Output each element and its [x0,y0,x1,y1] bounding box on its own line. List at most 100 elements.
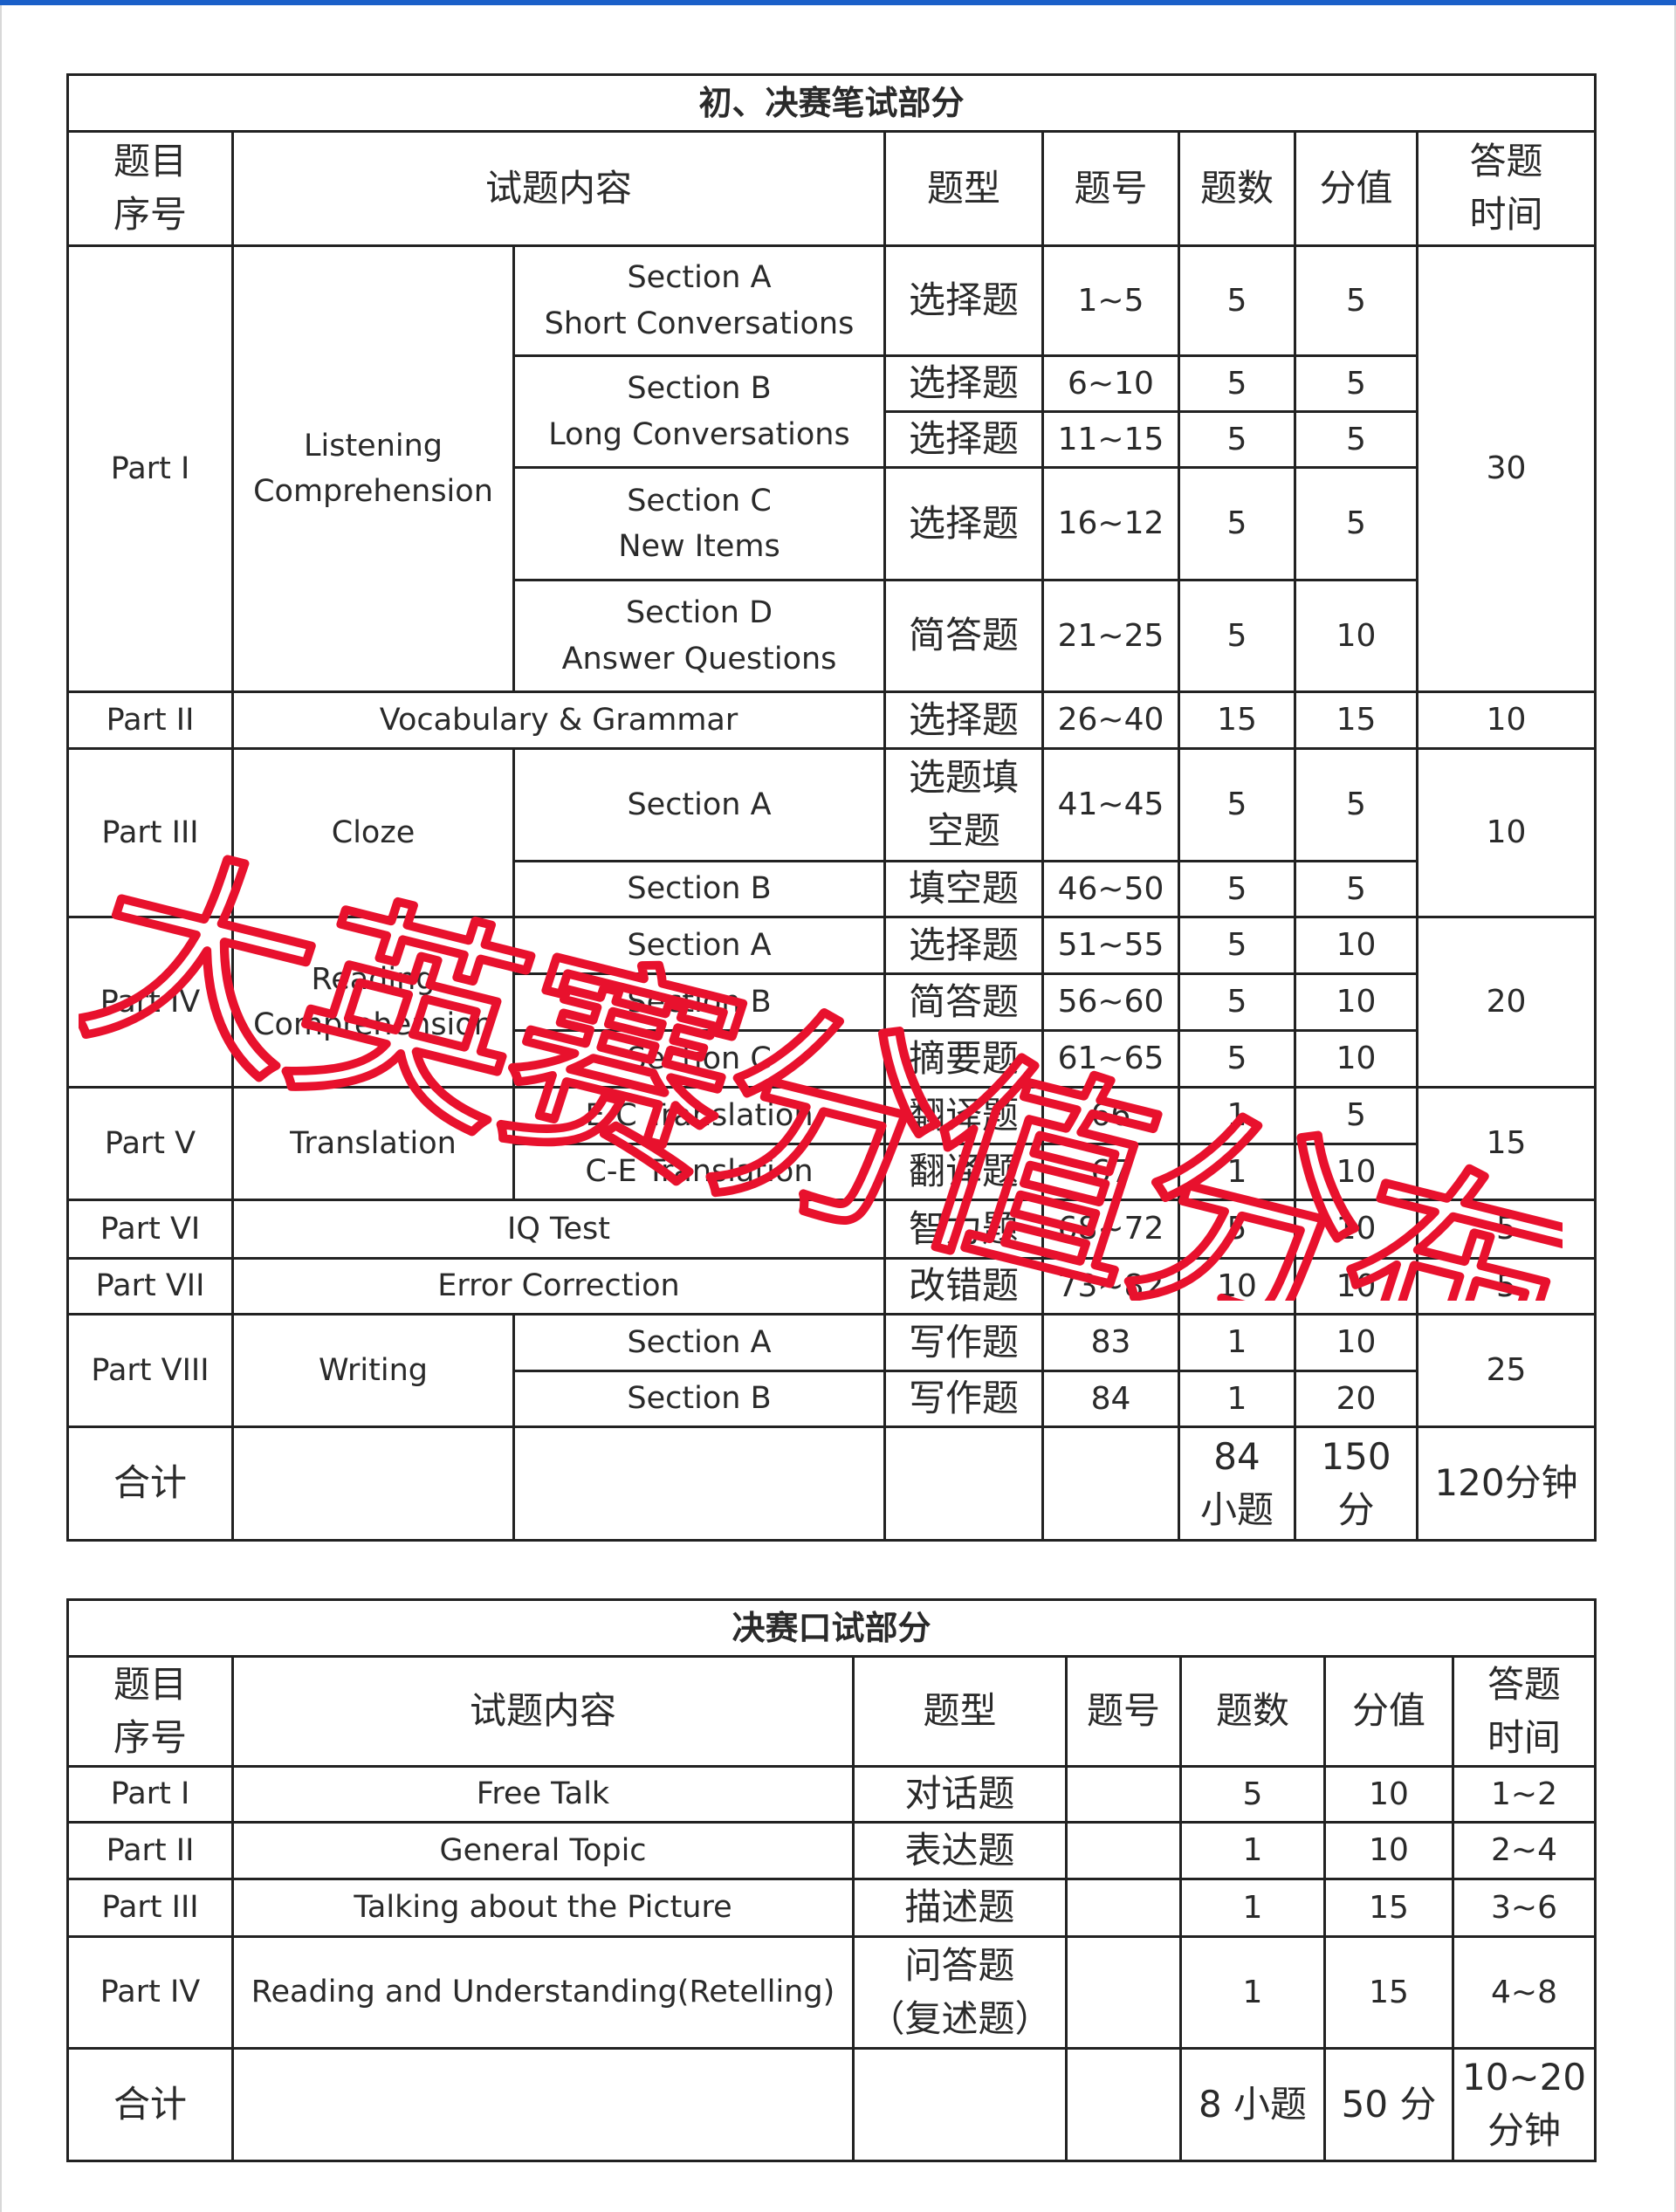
question-no [1065,1878,1182,1938]
written-test-table: 初、决赛笔试部分 题目 序号 试题内容 题型 题号 题数 分值 答题 时间 Pa… [65,73,1597,1542]
section-label: Section C [512,1029,886,1089]
empty-cell [883,1425,1044,1542]
part-label: Part III [66,747,234,918]
part-content: Writing [231,1313,515,1428]
question-score: 15 [1323,1935,1454,2050]
question-score: 5 [1294,466,1418,581]
header-time: 答题 时间 [1415,130,1597,247]
question-no: 21~25 [1041,579,1180,693]
oral-table-title: 决赛口试部分 [65,1598,1597,1658]
part-label: Part VII [66,1257,234,1316]
answer-time: 5 [1415,1199,1597,1260]
part-content: Vocabulary & Grammar [231,690,886,750]
question-count: 5 [1178,244,1296,357]
header-part-no: 题目 序号 [66,1655,234,1768]
part-label: Part VIII [66,1313,234,1428]
answer-time: 4~8 [1451,1935,1597,2050]
question-score: 20 [1294,1370,1418,1428]
part-content: Cloze [231,747,515,918]
table-row: Part V Translation E-C Translation 翻译题 6… [66,1086,1597,1201]
header-type: 题型 [852,1655,1068,1768]
part-label: Part III [66,1878,234,1938]
question-score: 5 [1294,747,1418,862]
question-type: 填空题 [883,860,1044,918]
written-header-row: 题目 序号 试题内容 题型 题号 题数 分值 答题 时间 [66,130,1597,247]
question-score: 10 [1323,1821,1454,1880]
question-type: 翻译题 [883,1086,1044,1145]
question-type: 改错题 [883,1257,1044,1316]
answer-time: 10 [1415,690,1597,750]
question-no: 46~50 [1041,860,1180,918]
question-no [1065,1821,1182,1880]
part-content: General Topic [231,1821,855,1880]
part-label: Part II [66,690,234,750]
part-label: Part I [66,1765,234,1824]
question-score: 5 [1294,1086,1418,1145]
question-count: 5 [1178,860,1296,918]
question-count: 1 [1179,1878,1326,1938]
empty-cell [1065,2047,1182,2162]
answer-time: 20 [1415,916,1597,1089]
total-score: 50 分 [1323,2047,1454,2162]
top-accent-bar [0,0,1676,5]
total-time: 10~20 分钟 [1451,2047,1597,2162]
total-row: 合计 8 小题 50 分 10~20 分钟 [66,2047,1597,2162]
question-no [1065,1935,1182,2050]
question-no: 73~82 [1041,1257,1180,1316]
header-count: 题数 [1178,130,1296,247]
part-content: Listening Comprehension [231,244,515,693]
question-score: 10 [1294,1029,1418,1089]
header-content: 试题内容 [231,130,886,247]
section-label: Section B [512,972,886,1032]
part-content: Free Talk [231,1765,855,1824]
question-type: 选择题 [883,354,1044,413]
written-table-title: 初、决赛笔试部分 [65,73,1597,133]
answer-time: 15 [1415,1086,1597,1201]
question-no: 84 [1041,1370,1180,1428]
question-type: 选择题 [883,916,1044,975]
question-no: 51~55 [1041,916,1180,975]
table-row: Part I Listening Comprehension Section A… [66,244,1597,693]
empty-cell [1041,1425,1180,1542]
question-no: 61~65 [1041,1029,1180,1089]
question-type: 问答题 （复述题） [852,1935,1068,2050]
question-type: 简答题 [883,579,1044,693]
question-score: 5 [1294,860,1418,918]
question-type: 翻译题 [883,1143,1044,1201]
question-no: 41~45 [1041,747,1180,862]
part-content: Translation [231,1086,515,1201]
question-count: 5 [1178,354,1296,413]
section-label: C-E Translation [512,1143,886,1201]
oral-header-row: 题目 序号 试题内容 题型 题号 题数 分值 答题 时间 [66,1655,1597,1768]
question-no: 11~15 [1041,410,1180,469]
question-score: 10 [1294,1313,1418,1372]
empty-cell [852,2047,1068,2162]
question-type: 摘要题 [883,1029,1044,1089]
table-row: Part II Vocabulary & Grammar 选择题 26~40 1… [66,690,1597,750]
question-count: 5 [1178,1029,1296,1089]
question-score: 10 [1323,1765,1454,1824]
part-label: Part IV [66,1935,234,2050]
part-label: Part V [66,1086,234,1201]
part-content: Talking about the Picture [231,1878,855,1938]
question-score: 10 [1294,1257,1418,1316]
header-question-no: 题号 [1041,130,1180,247]
question-type: 选择题 [883,690,1044,750]
question-count: 1 [1178,1313,1296,1372]
part-content: Error Correction [231,1257,886,1316]
part-content: IQ Test [231,1199,886,1260]
question-score: 10 [1294,579,1418,693]
question-count: 5 [1179,1765,1326,1824]
header-part-no: 题目 序号 [66,130,234,247]
empty-cell [231,2047,855,2162]
header-score: 分值 [1294,130,1418,247]
total-count: 8 小题 [1179,2047,1326,2162]
part-label: Part II [66,1821,234,1880]
answer-time: 2~4 [1451,1821,1597,1880]
question-count: 5 [1178,579,1296,693]
question-count: 1 [1179,1935,1326,2050]
header-question-no: 题号 [1065,1655,1182,1768]
total-label: 合计 [66,2047,234,2162]
question-score: 15 [1294,690,1418,750]
question-count: 10 [1178,1257,1296,1316]
